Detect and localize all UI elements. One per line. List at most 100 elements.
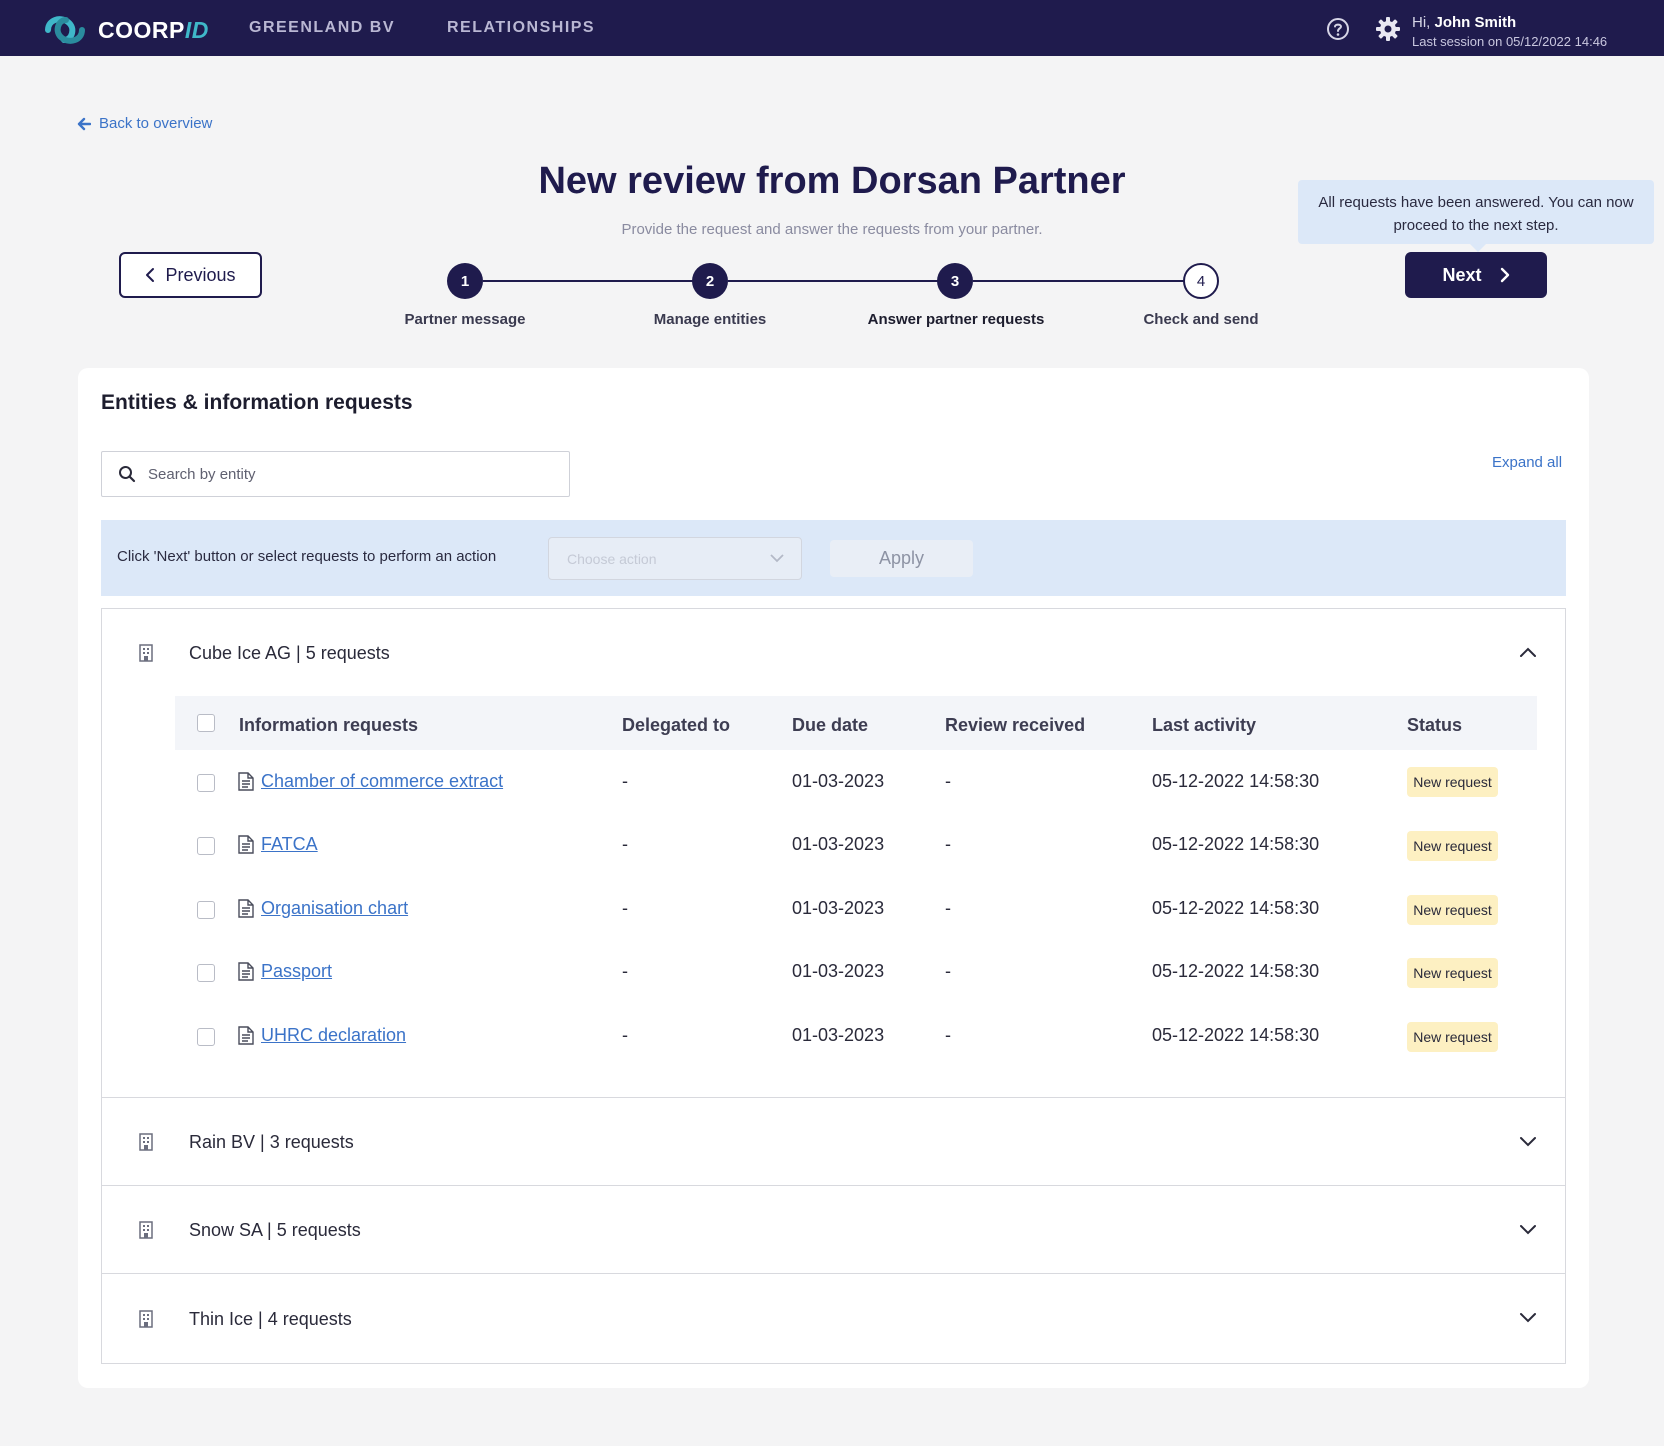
th-information-requests: Information requests — [239, 715, 419, 735]
chevron-down-icon[interactable] — [1519, 1312, 1537, 1324]
due-date-cell: 01-03-2023 — [792, 834, 885, 854]
bulk-action-hint: Click 'Next' button or select requests t… — [117, 548, 497, 565]
delegated-cell: - — [622, 1025, 628, 1045]
select-all-checkbox[interactable] — [197, 714, 215, 732]
due-date-cell: 01-03-2023 — [792, 771, 885, 791]
stepper-connector — [483, 280, 711, 282]
due-date-cell: 01-03-2023 — [792, 898, 885, 918]
step-3-label: Answer partner requests — [867, 311, 1045, 328]
request-link[interactable]: FATCA — [261, 834, 318, 855]
document-icon — [238, 962, 254, 981]
step-4-circle[interactable]: 4 — [1183, 263, 1219, 299]
th-review-received: Review received — [945, 715, 1086, 735]
building-icon — [139, 644, 153, 662]
th-due-date: Due date — [792, 715, 869, 735]
card-title: Entities & information requests — [101, 391, 413, 414]
stepper-connector — [973, 280, 1201, 282]
row-checkbox[interactable] — [197, 774, 215, 792]
entity-thin-ice[interactable]: Thin Ice | 4 requests — [101, 1273, 1566, 1364]
review-received-cell: - — [945, 834, 951, 854]
gear-icon[interactable] — [1375, 16, 1401, 42]
apply-button[interactable]: Apply — [830, 540, 973, 577]
last-session: Last session on 05/12/2022 14:46 — [1412, 34, 1608, 49]
status-badge: New request — [1407, 1022, 1498, 1052]
help-icon[interactable] — [1326, 17, 1350, 41]
entity-rain-bv[interactable]: Rain BV | 3 requests — [101, 1097, 1566, 1186]
last-activity-cell: 05-12-2022 14:58:30 — [1152, 834, 1320, 854]
choose-action-placeholder: Choose action — [567, 550, 657, 567]
document-icon — [238, 835, 254, 854]
entity-name: Cube Ice AG | 5 requests — [189, 643, 390, 663]
entity-header[interactable]: Cube Ice AG | 5 requests — [102, 609, 1565, 697]
entity-name: Rain BV | 3 requests — [189, 1132, 354, 1152]
search-input[interactable] — [148, 465, 548, 483]
chevron-down-icon — [770, 554, 784, 563]
choose-action-select[interactable]: Choose action — [548, 537, 802, 580]
delegated-cell: - — [622, 834, 628, 854]
entity-search[interactable] — [101, 451, 570, 497]
step-3-circle[interactable]: 3 — [937, 263, 973, 299]
arrow-left-icon — [77, 117, 91, 130]
next-label: Next — [1442, 264, 1482, 285]
building-icon — [139, 1133, 153, 1151]
status-badge: New request — [1407, 767, 1498, 797]
logo-text: COORPID — [98, 16, 209, 43]
chevron-up-icon[interactable] — [1519, 646, 1537, 658]
user-greeting[interactable]: Hi, John Smith — [1412, 14, 1516, 31]
step-2-circle[interactable]: 2 — [692, 263, 728, 299]
row-checkbox[interactable] — [197, 964, 215, 982]
row-checkbox[interactable] — [197, 1028, 215, 1046]
entity-name: Thin Ice | 4 requests — [189, 1309, 352, 1329]
review-received-cell: - — [945, 1025, 951, 1045]
nav-relationships[interactable]: RELATIONSHIPS — [447, 19, 595, 37]
coorpid-logo[interactable]: COORPID — [42, 12, 209, 48]
step-4-label: Check and send — [1143, 311, 1259, 328]
chevron-right-icon — [1500, 267, 1509, 283]
th-status: Status — [1407, 715, 1463, 735]
status-badge: New request — [1407, 831, 1498, 861]
step-1-circle[interactable]: 1 — [447, 263, 483, 299]
document-icon — [238, 772, 254, 791]
entity-name: Snow SA | 5 requests — [189, 1220, 361, 1240]
building-icon — [139, 1310, 153, 1328]
review-received-cell: - — [945, 771, 951, 791]
logo-swirl-icon — [45, 16, 85, 44]
expand-all-link[interactable]: Expand all — [1492, 454, 1562, 471]
request-link[interactable]: Organisation chart — [261, 898, 408, 919]
chevron-down-icon[interactable] — [1519, 1136, 1537, 1148]
delegated-cell: - — [622, 898, 628, 918]
building-icon — [139, 1221, 153, 1239]
chevron-down-icon[interactable] — [1519, 1224, 1537, 1236]
delegated-cell: - — [622, 961, 628, 981]
next-step-tooltip: All requests have been answered. You can… — [1298, 180, 1654, 244]
row-checkbox[interactable] — [197, 837, 215, 855]
stepper-connector — [728, 280, 956, 282]
request-link[interactable]: Passport — [261, 961, 332, 982]
previous-label: Previous — [165, 264, 236, 285]
review-received-cell: - — [945, 961, 951, 981]
back-to-overview-link[interactable]: Back to overview — [77, 115, 212, 132]
document-icon — [238, 899, 254, 918]
top-navigation-bar: COORPID GREENLAND BV RELATIONSHIPS Hi, J… — [0, 0, 1664, 56]
next-button[interactable]: Next — [1405, 252, 1547, 298]
chevron-left-icon — [146, 268, 155, 282]
request-link[interactable]: UHRC declaration — [261, 1025, 406, 1046]
request-link[interactable]: Chamber of commerce extract — [261, 771, 503, 792]
entity-snow-sa[interactable]: Snow SA | 5 requests — [101, 1185, 1566, 1274]
tooltip-arrow — [1469, 243, 1487, 252]
delegated-cell: - — [622, 771, 628, 791]
last-activity-cell: 05-12-2022 14:58:30 — [1152, 961, 1320, 981]
status-badge: New request — [1407, 958, 1498, 988]
nav-greenland[interactable]: GREENLAND BV — [249, 19, 395, 37]
due-date-cell: 01-03-2023 — [792, 961, 885, 981]
previous-button[interactable]: Previous — [119, 252, 262, 298]
due-date-cell: 01-03-2023 — [792, 1025, 885, 1045]
row-checkbox[interactable] — [197, 901, 215, 919]
search-icon — [119, 466, 136, 483]
step-2-label: Manage entities — [653, 311, 767, 328]
th-last-activity: Last activity — [1152, 715, 1257, 735]
th-delegated-to: Delegated to — [622, 715, 731, 735]
document-icon — [238, 1026, 254, 1045]
last-activity-cell: 05-12-2022 14:58:30 — [1152, 771, 1320, 791]
status-badge: New request — [1407, 895, 1498, 925]
